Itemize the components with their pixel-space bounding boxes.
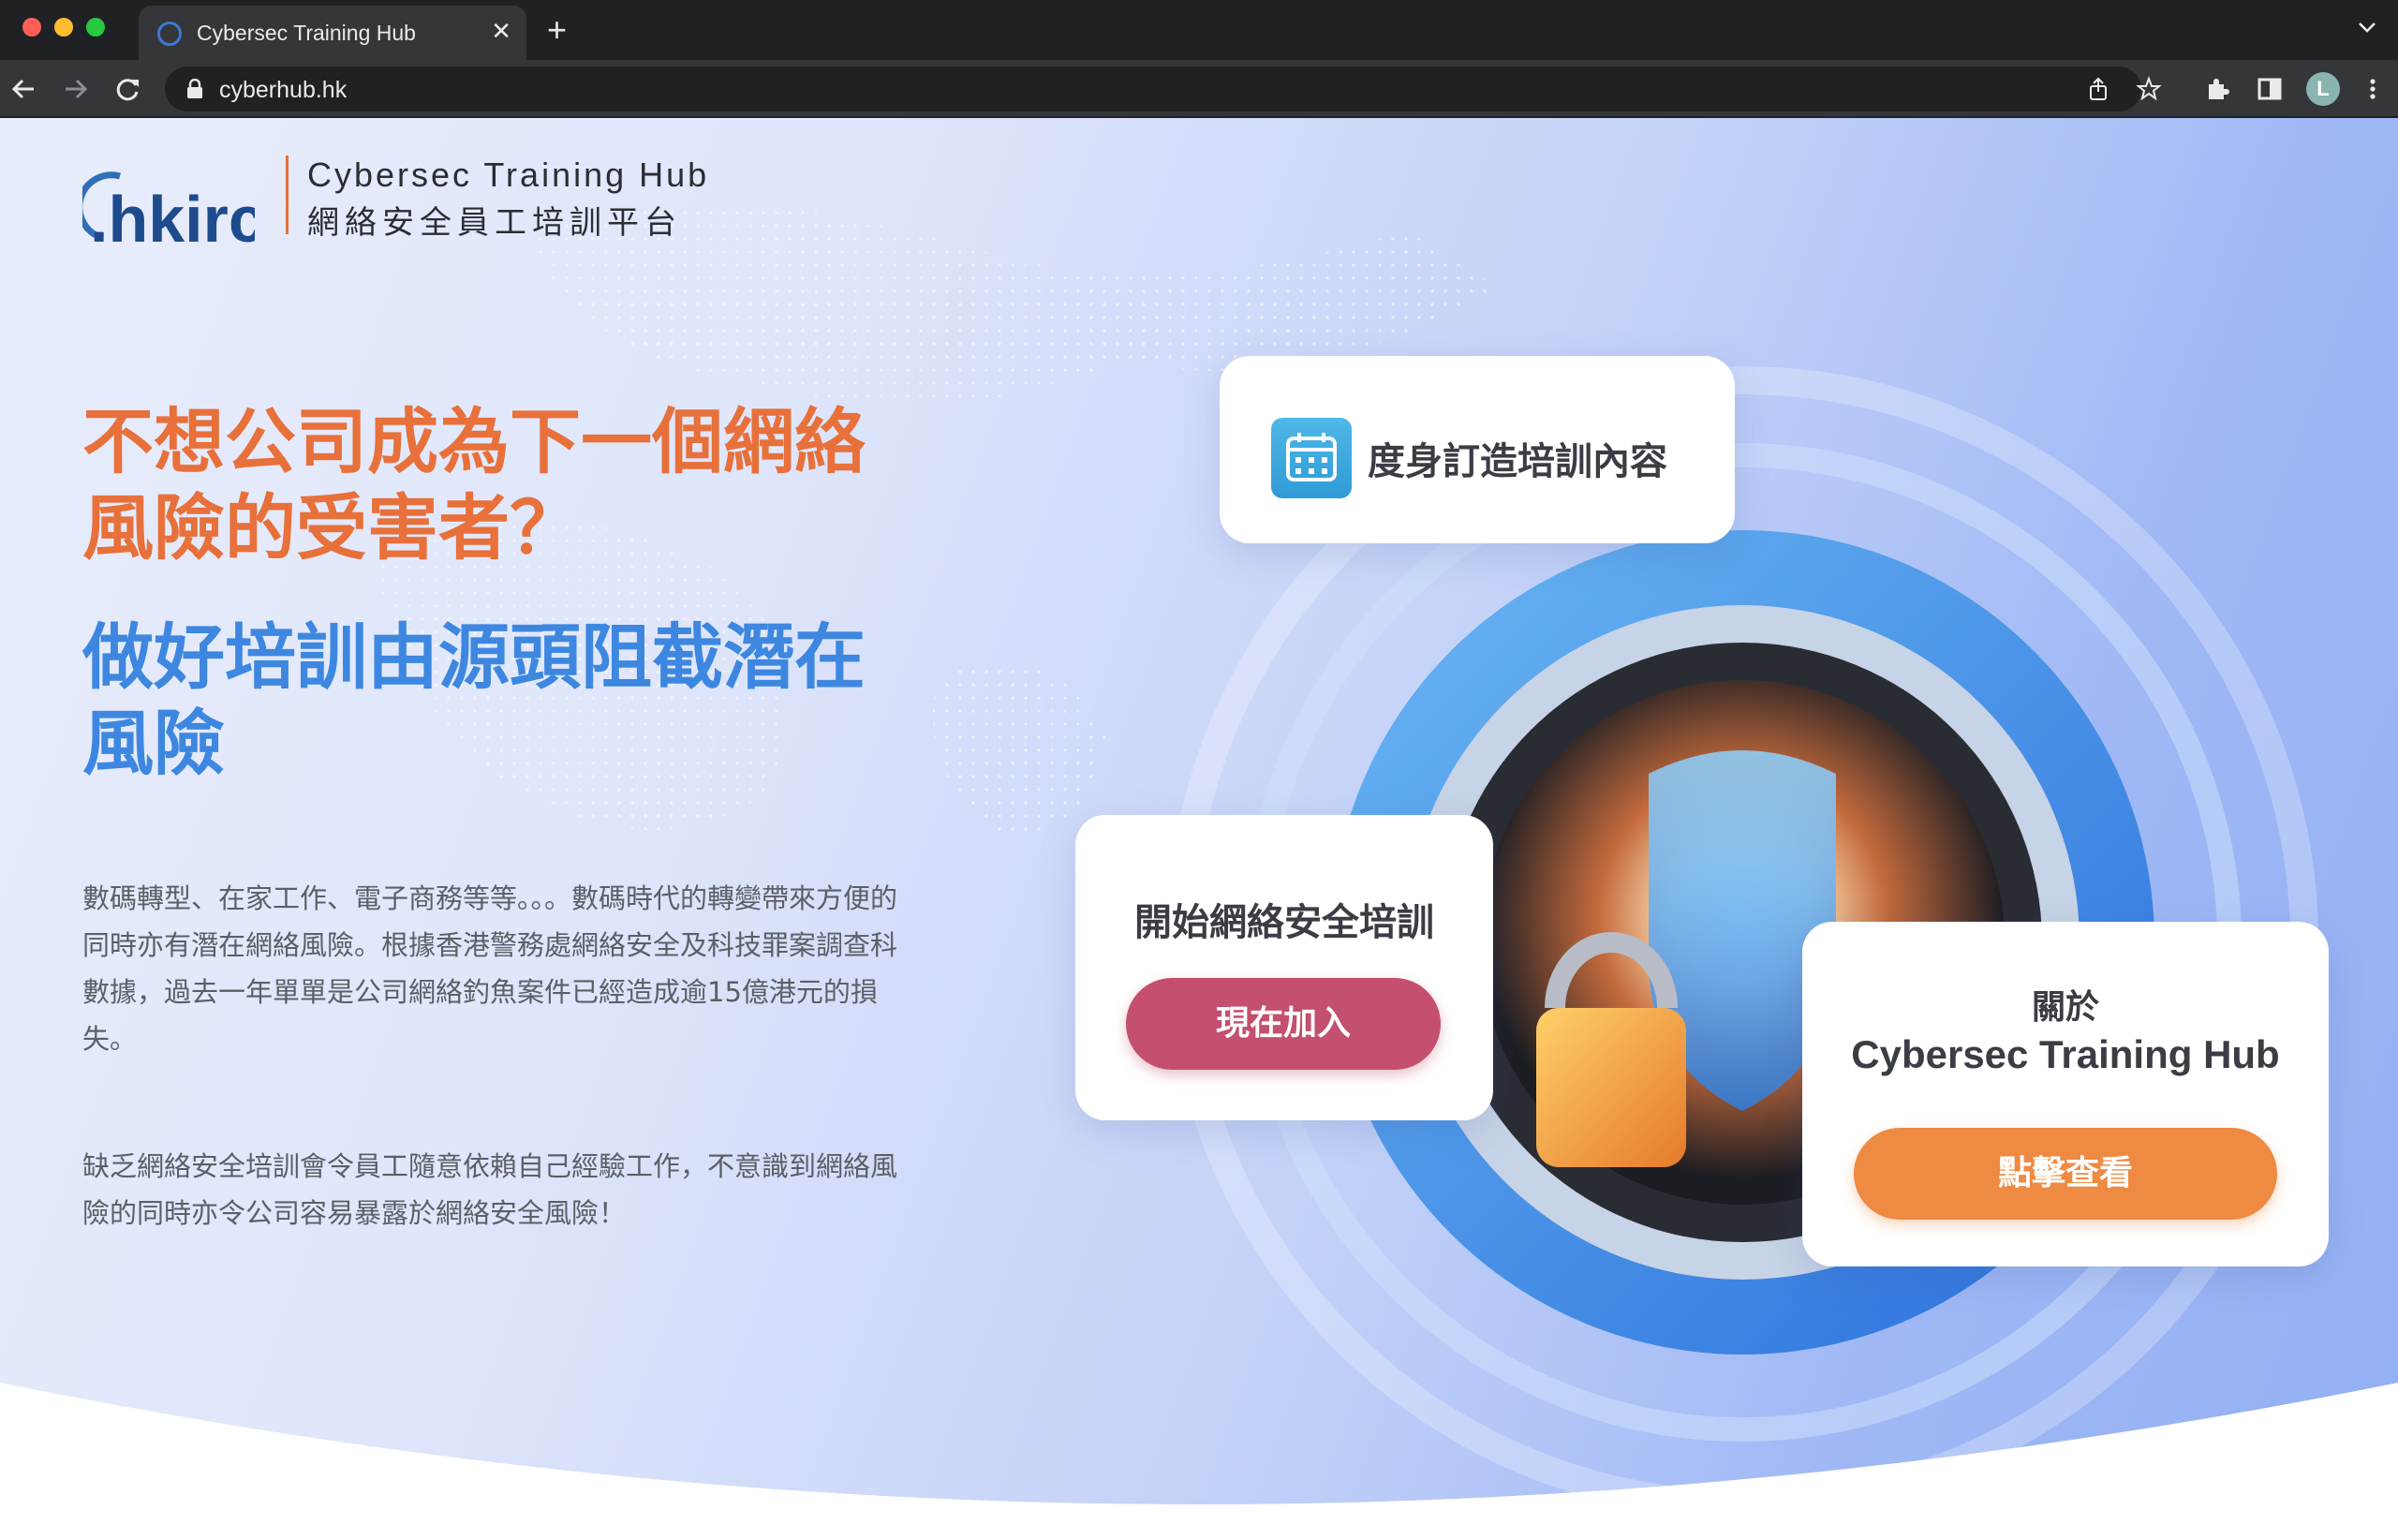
- side-panel-icon[interactable]: [2254, 73, 2286, 105]
- intro-paragraph: 數碼轉型、在家工作、電子商務等等。。。數碼時代的轉變帶來方便的同時亦有潛在網絡風…: [82, 882, 898, 1055]
- view-more-button[interactable]: 點擊查看: [1854, 1128, 2277, 1220]
- zoom-window-button[interactable]: [86, 18, 105, 37]
- browser-toolbar: cyberhub.hk L: [0, 60, 2398, 118]
- about-title: 關於: [2031, 988, 2099, 1027]
- custom-training-card: 度身訂造培訓內容: [1220, 356, 1735, 543]
- start-training-title: 開始網絡安全培訓: [1134, 901, 1434, 944]
- hkirc-logo: .hkirc: [82, 171, 255, 256]
- close-window-button[interactable]: [22, 18, 41, 37]
- logo-divider: [286, 155, 289, 234]
- brand-name-chinese: 網絡安全員工培訓平台: [307, 204, 682, 242]
- browser-tab-bar: Cybersec Training Hub ✕ +: [0, 0, 2398, 60]
- start-training-card: 開始網絡安全培訓 現在加入: [1075, 815, 1493, 1120]
- tab-search-chevron-icon[interactable]: [2355, 15, 2379, 39]
- forward-arrow-icon[interactable]: [58, 72, 92, 106]
- back-arrow-icon[interactable]: [7, 72, 41, 106]
- join-now-button[interactable]: 現在加入: [1126, 978, 1441, 1070]
- tab-title: Cybersec Training Hub: [197, 21, 416, 45]
- bookmark-star-icon[interactable]: [2136, 76, 2162, 102]
- custom-training-label: 度身訂造培訓內容: [1368, 440, 1667, 483]
- calendar-icon: [1271, 418, 1352, 498]
- browser-tab[interactable]: Cybersec Training Hub ✕: [139, 6, 526, 60]
- extensions-puzzle-icon[interactable]: [2201, 73, 2233, 105]
- reload-icon[interactable]: [111, 72, 144, 106]
- minimize-window-button[interactable]: [54, 18, 73, 37]
- headline-blue: 做好培訓由源頭阻截潛在風險: [82, 615, 866, 785]
- training-paragraph: 缺乏網絡安全培訓會令員工隨意依賴自己經驗工作，不意識到網絡風險的同時亦令公司容易…: [82, 1150, 898, 1229]
- profile-avatar[interactable]: L: [2306, 72, 2340, 106]
- favicon-icon: [157, 22, 182, 46]
- tab-close-button[interactable]: ✕: [491, 17, 511, 46]
- address-bar[interactable]: cyberhub.hk: [165, 67, 2162, 111]
- logo-hk: .hkirc: [90, 183, 255, 256]
- menu-kebab-icon[interactable]: [2357, 73, 2389, 105]
- headline-orange: 不想公司成為下一個網絡風險的受害者？: [82, 400, 866, 570]
- share-icon[interactable]: [2085, 76, 2111, 102]
- about-subtitle: Cybersec Training Hub: [1851, 1032, 2280, 1076]
- brand-name-english: Cybersec Training Hub: [307, 155, 710, 194]
- hero-section: .hkirc Cybersec Training Hub 網絡安全員工培訓平台 …: [0, 118, 2398, 1540]
- new-tab-button[interactable]: +: [547, 11, 567, 49]
- lock-icon: [187, 79, 202, 98]
- about-card: 關於 Cybersec Training Hub 點擊查看: [1802, 922, 2329, 1266]
- url-text: cyberhub.hk: [219, 77, 348, 103]
